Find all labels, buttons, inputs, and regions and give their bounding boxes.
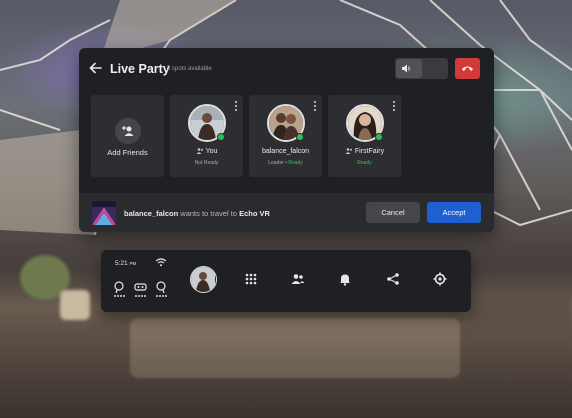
online-status-dot: [375, 133, 383, 141]
kebab-icon[interactable]: [312, 101, 318, 113]
people-icon: [345, 148, 352, 154]
headset-icon: [134, 283, 147, 291]
party-title: Live Party: [110, 62, 170, 76]
kebab-icon[interactable]: [391, 101, 397, 113]
people-icon[interactable]: [291, 272, 305, 286]
live-party-panel: Live Party 5 spots available Add Friends: [79, 48, 494, 232]
party-header: Live Party 5 spots available: [79, 48, 494, 90]
add-friends-circle: [115, 118, 141, 144]
back-arrow-icon[interactable]: [89, 61, 103, 75]
add-friends-card[interactable]: Add Friends: [91, 95, 164, 177]
share-icon[interactable]: [386, 272, 400, 286]
volume-icon: [402, 64, 410, 73]
controller-icon: [114, 281, 124, 294]
party-member-card[interactable]: You Not Ready: [170, 95, 243, 177]
add-person-icon: [122, 126, 134, 136]
online-status-dot: [217, 133, 225, 141]
wifi-icon: [155, 258, 167, 267]
left-controller-status[interactable]: [113, 280, 127, 298]
hang-up-icon: [462, 66, 473, 71]
people-icon: [196, 148, 203, 154]
spots-available: 5 spots available: [167, 66, 212, 72]
party-member-card[interactable]: FirstFairy Ready: [328, 95, 401, 177]
mute-toggle[interactable]: [395, 58, 448, 79]
invite-message: balance_falcon wants to travel to Echo V…: [124, 209, 270, 218]
member-name: balance_falcon: [261, 148, 310, 155]
settings-gear-icon[interactable]: [433, 272, 447, 286]
rug: [130, 318, 460, 378]
member-name: FirstFairy: [328, 148, 401, 155]
member-status: Not Ready: [194, 160, 219, 166]
member-status: Leader • Ready: [268, 160, 303, 166]
controller-icon: [156, 281, 166, 294]
travel-invite-bar: balance_falcon wants to travel to Echo V…: [79, 193, 494, 232]
right-controller-status[interactable]: [155, 280, 169, 298]
profile-avatar[interactable]: [190, 266, 217, 293]
destination-thumbnail: [92, 201, 116, 225]
member-name: You: [170, 148, 243, 155]
kebab-icon[interactable]: [233, 101, 239, 113]
add-friends-label: Add Friends: [107, 148, 148, 157]
sofa-decor: [470, 290, 570, 340]
headset-status[interactable]: [134, 280, 148, 298]
apps-grid-icon[interactable]: [244, 272, 258, 286]
party-member-card[interactable]: balance_falcon Leader • Ready: [249, 95, 322, 177]
member-status: Ready: [357, 160, 372, 166]
bell-icon[interactable]: [338, 272, 352, 286]
online-status-dot: [296, 133, 304, 141]
universal-menu-bar: 5:21 PM: [101, 250, 471, 312]
clock: 5:21 PM: [115, 260, 137, 267]
leave-party-button[interactable]: [455, 58, 480, 79]
cancel-button[interactable]: Cancel: [366, 202, 420, 223]
lamp-decor: [60, 290, 90, 320]
accept-button[interactable]: Accept: [427, 202, 481, 223]
